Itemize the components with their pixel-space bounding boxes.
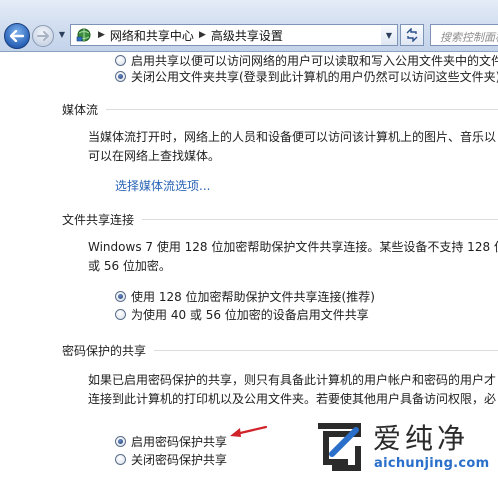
radio-label: 启用共享以便可以访问网络的用户可以读取和写入公用文件夹中的文件	[131, 54, 498, 68]
section-file-sharing-connections: 文件共享连接	[62, 211, 498, 228]
radio-button[interactable]	[115, 55, 126, 66]
breadcrumb-separator[interactable]: ▶	[199, 30, 206, 40]
file-sharing-description: Windows 7 使用 128 位加密帮助保护文件共享连接。某些设备不支持 1…	[88, 238, 498, 276]
navigation-bar: ▼ ▶ 网络和共享中心 ▶ 高级共享设置 ▼ 搜索控制面板	[0, 0, 498, 52]
radio-enable-40-56-bit-encryption[interactable]: 为使用 40 或 56 位加密的设备启用文件共享	[115, 306, 369, 323]
watermark-url: aichunjing.com	[374, 456, 490, 471]
back-arrow-icon	[10, 30, 24, 42]
radio-disable-password-protected-sharing[interactable]: 关闭密码保护共享	[115, 451, 227, 468]
description-line: 连接到此计算机的打印机以及公用文件夹。若要使其他用户具备访问权限，必	[88, 392, 497, 406]
description-line: 如果已启用密码保护的共享，则只有具备此计算机的用户帐户和密码的用户才	[88, 373, 497, 387]
section-password-protected-sharing: 密码保护的共享	[62, 342, 498, 359]
refresh-icon	[406, 28, 418, 42]
section-title: 密码保护的共享	[62, 344, 147, 358]
red-pointer-arrow-icon	[230, 425, 268, 437]
description-line: 可以在网络上查找媒体。	[88, 149, 221, 163]
section-media-streaming: 媒体流	[62, 101, 498, 118]
radio-label: 为使用 40 或 56 位加密的设备启用文件共享	[131, 308, 369, 322]
radio-disable-public-folder-sharing[interactable]: 关闭公用文件夹共享(登录到此计算机的用户仍然可以访问这些文件夹)	[115, 68, 498, 85]
radio-button-selected[interactable]	[115, 71, 126, 82]
section-title: 媒体流	[62, 103, 99, 117]
radio-label: 关闭密码保护共享	[131, 453, 228, 467]
watermark-brand: 爱纯净	[373, 422, 470, 455]
password-sharing-description: 如果已启用密码保护的共享，则只有具备此计算机的用户帐户和密码的用户才 连接到此计…	[88, 371, 498, 409]
radio-label: 关闭公用文件夹共享(登录到此计算机的用户仍然可以访问这些文件夹)	[131, 70, 498, 84]
watermark-logo-icon	[318, 423, 361, 471]
section-divider	[106, 109, 498, 110]
radio-button[interactable]	[115, 309, 126, 320]
address-history-dropdown[interactable]: ▼	[381, 24, 398, 46]
radio-label: 使用 128 位加密帮助保护文件共享连接(推荐)	[131, 290, 375, 304]
radio-use-128-bit-encryption[interactable]: 使用 128 位加密帮助保护文件共享连接(推荐)	[115, 288, 375, 305]
address-bar[interactable]: ▶ 网络和共享中心 ▶ 高级共享设置	[70, 24, 398, 46]
recent-pages-dropdown[interactable]: ▼	[57, 30, 67, 40]
section-title: 文件共享连接	[62, 213, 135, 227]
radio-label: 启用密码保护共享	[131, 435, 228, 449]
description-line: Windows 7 使用 128 位加密帮助保护文件共享连接。某些设备不支持 1…	[88, 240, 498, 254]
radio-button-selected[interactable]	[115, 291, 126, 302]
forward-button[interactable]	[32, 25, 54, 47]
radio-enable-public-folder-sharing[interactable]: 启用共享以便可以访问网络的用户可以读取和写入公用文件夹中的文件	[115, 53, 498, 69]
section-divider	[142, 219, 498, 220]
watermark: 爱纯净 aichunjing.com	[308, 415, 498, 478]
breadcrumb-separator[interactable]: ▶	[98, 30, 105, 40]
breadcrumb-advanced-sharing[interactable]: 高级共享设置	[211, 27, 283, 44]
section-divider	[154, 350, 498, 351]
radio-enable-password-protected-sharing[interactable]: 启用密码保护共享	[115, 433, 227, 450]
radio-button[interactable]	[115, 454, 126, 465]
description-line: 当媒体流打开时，网络上的人员和设备便可以访问该计算机上的图片、音乐以	[88, 130, 497, 144]
breadcrumb-network-sharing-center[interactable]: 网络和共享中心	[110, 27, 194, 44]
forward-arrow-icon	[37, 31, 49, 41]
choose-media-streaming-options-link[interactable]: 选择媒体流选项...	[115, 177, 210, 194]
search-input[interactable]: 搜索控制面板	[430, 24, 498, 46]
description-line: 或 56 位加密。	[88, 259, 171, 273]
back-button[interactable]	[4, 23, 30, 49]
network-sharing-center-icon	[75, 26, 93, 44]
refresh-button[interactable]	[400, 24, 424, 46]
media-streaming-description: 当媒体流打开时，网络上的人员和设备便可以访问该计算机上的图片、音乐以 可以在网络…	[88, 128, 498, 166]
radio-button-selected[interactable]	[115, 436, 126, 447]
